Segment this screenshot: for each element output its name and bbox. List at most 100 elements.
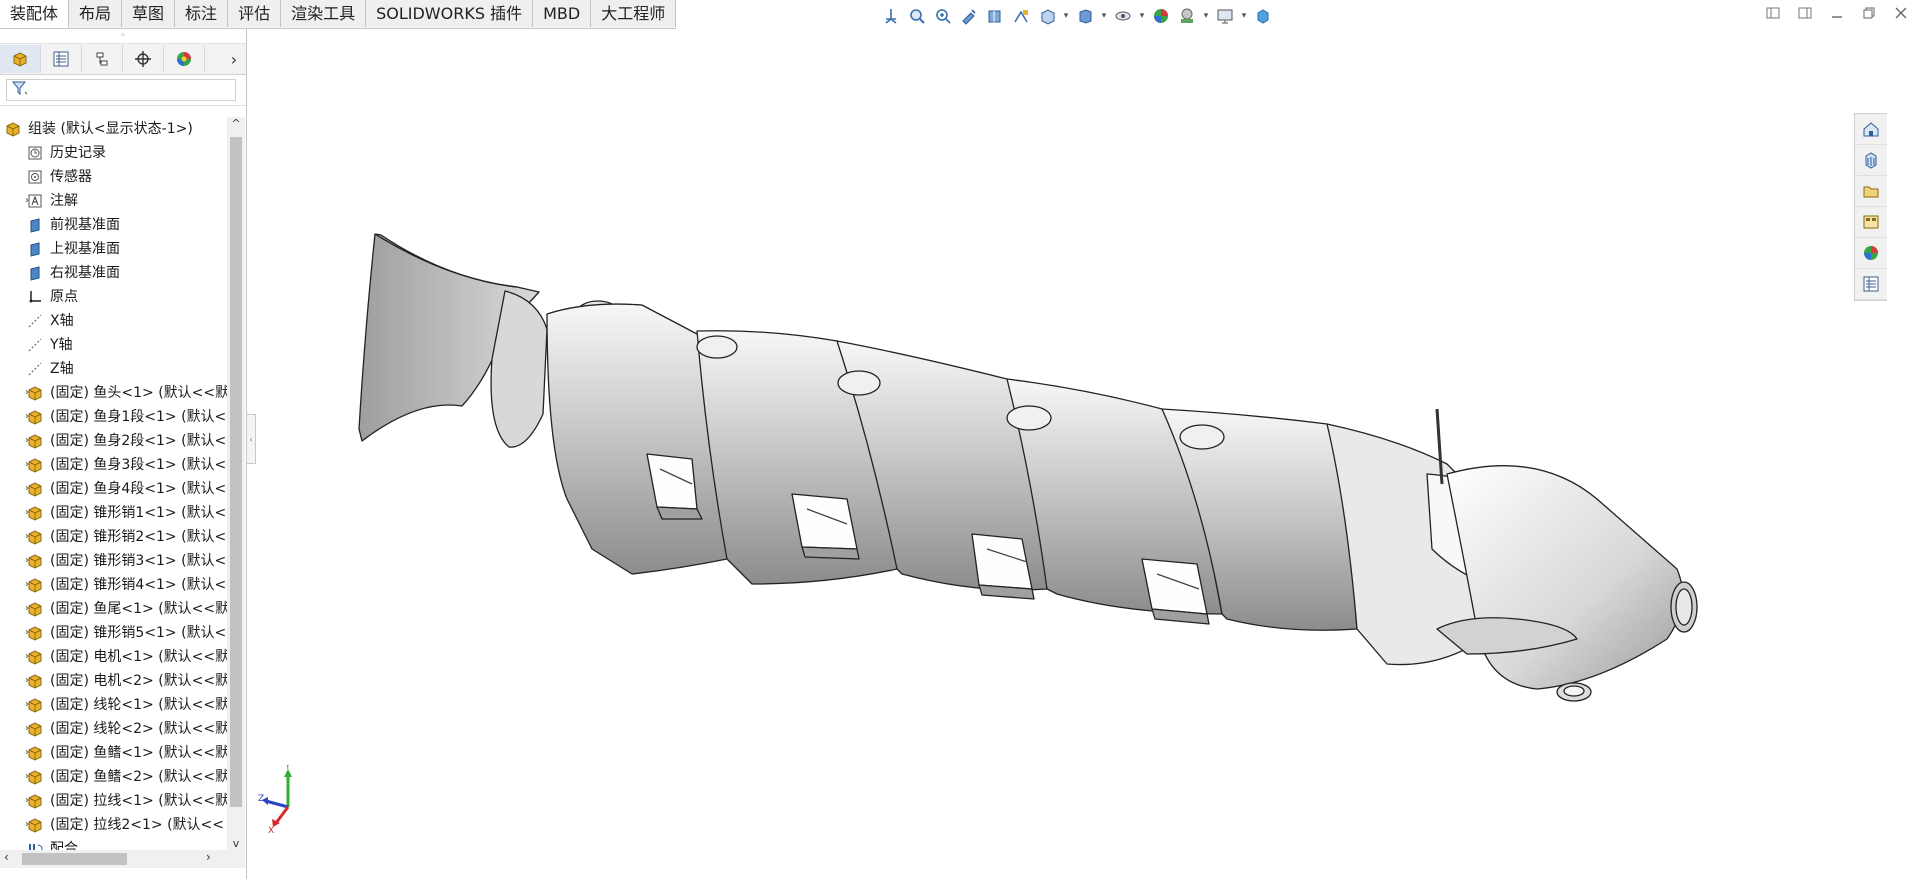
tree-item[interactable]: › (固定) 鱼鳍<2> (默认<<默 [0, 765, 227, 789]
tab-8[interactable]: 大工程师 [591, 0, 677, 27]
tree-item[interactable]: 右视基准面 [0, 261, 227, 285]
tree-item[interactable]: › (固定) 锥形销1<1> (默认< [0, 501, 227, 525]
zoom-to-area-icon[interactable] [932, 5, 954, 27]
scrollbar-thumb[interactable] [22, 853, 127, 865]
apply-scene-icon[interactable] [1176, 5, 1198, 27]
tree-item-label: (固定) 鱼鳍<1> (默认<<默 [50, 745, 227, 761]
tree-item[interactable]: › (固定) 锥形销2<1> (默认< [0, 525, 227, 549]
chevron-down-icon[interactable]: ▾ [1202, 11, 1210, 21]
chevron-right-icon[interactable]: › [206, 850, 211, 864]
tree-item[interactable]: 前视基准面 [0, 213, 227, 237]
plane-icon [26, 216, 44, 234]
tree-item[interactable]: › (固定) 鱼尾<1> (默认<<默 [0, 597, 227, 621]
part-icon [26, 720, 44, 738]
view-settings-icon[interactable] [1214, 5, 1236, 27]
chevron-right-icon[interactable]: › [222, 50, 246, 69]
view-palette-icon[interactable] [1855, 207, 1887, 238]
minimize-icon[interactable] [1828, 4, 1846, 22]
appearances-icon[interactable] [1855, 238, 1887, 269]
tree-item[interactable]: › 注解 [0, 189, 227, 213]
tree-item[interactable]: › (固定) 锥形销4<1> (默认< [0, 573, 227, 597]
tree-item[interactable]: › (固定) 鱼身2段<1> (默认< [0, 429, 227, 453]
tree-item[interactable]: › (固定) 鱼身1段<1> (默认< [0, 405, 227, 429]
chevron-down-icon[interactable]: ▾ [1240, 11, 1248, 21]
tile-right-icon[interactable] [1796, 4, 1814, 22]
displaymanager-icon[interactable] [164, 45, 205, 73]
tree-item[interactable]: › (固定) 锥形销3<1> (默认< [0, 549, 227, 573]
design-library-icon[interactable] [1855, 145, 1887, 176]
plane-icon [26, 264, 44, 282]
tree-item[interactable]: Z轴 [0, 357, 227, 381]
tab-7[interactable]: MBD [533, 0, 592, 27]
tile-left-icon[interactable] [1764, 4, 1782, 22]
tree-item[interactable]: Y轴 [0, 333, 227, 357]
part-icon [26, 432, 44, 450]
featuremanager-icon[interactable] [0, 45, 41, 73]
tree-item[interactable]: 配合 [0, 837, 227, 850]
display-style-icon[interactable] [1074, 5, 1096, 27]
part-icon [26, 648, 44, 666]
chevron-left-icon[interactable]: ‹ [4, 850, 9, 864]
tree-item[interactable]: › (固定) 线轮<2> (默认<<默 [0, 717, 227, 741]
tree-item[interactable]: › (固定) 线轮<1> (默认<<默 [0, 693, 227, 717]
tree-item[interactable]: X轴 [0, 309, 227, 333]
tree-item[interactable]: › (固定) 鱼身4段<1> (默认< [0, 477, 227, 501]
display-pane-icon[interactable] [1252, 5, 1274, 27]
view-orientation-cube-icon[interactable] [1036, 5, 1058, 27]
tree-item[interactable]: › (固定) 鱼头<1> (默认<<默 [0, 381, 227, 405]
tree-item[interactable]: › (固定) 鱼身3段<1> (默认< [0, 453, 227, 477]
tree-horizontal-scrollbar[interactable]: ‹ › [0, 850, 245, 868]
robotic-fish-model[interactable] [247, 29, 1887, 879]
hide-show-items-icon[interactable] [1112, 5, 1134, 27]
command-manager-tabs: 装配体 布局 草图 标注 评估 渲染工具 SOLIDWORKS 插件 MBD 大工程师 [0, 0, 677, 29]
window-controls [1764, 4, 1910, 22]
tab-2[interactable]: 草图 [122, 0, 176, 27]
previous-view-icon[interactable] [958, 5, 980, 27]
tree-item-label: (固定) 线轮<2> (默认<<默 [50, 721, 227, 737]
tree-item[interactable]: 传感器 [0, 165, 227, 189]
restore-icon[interactable] [1860, 4, 1878, 22]
configurationmanager-icon[interactable] [82, 45, 123, 73]
tab-3[interactable]: 标注 [175, 0, 229, 27]
tree-item[interactable]: › (固定) 锥形销5<1> (默认< [0, 621, 227, 645]
chevron-down-icon[interactable]: ▾ [1062, 11, 1070, 21]
part-icon [26, 816, 44, 834]
tree-item[interactable]: 上视基准面 [0, 237, 227, 261]
tab-5[interactable]: 渲染工具 [281, 0, 367, 27]
tree-item[interactable]: › (固定) 拉线<1> (默认<<默 [0, 789, 227, 813]
zoom-to-fit-icon[interactable] [906, 5, 928, 27]
tab-6[interactable]: SOLIDWORKS 插件 [366, 0, 534, 27]
view-orientation-icon[interactable] [880, 5, 902, 27]
tree-item-label: 组装 (默认<显示状态-1>) [28, 121, 193, 137]
tree-item[interactable]: 原点 [0, 285, 227, 309]
chevron-down-icon[interactable]: ▾ [1138, 11, 1146, 21]
tab-0[interactable]: 装配体 [0, 0, 70, 28]
panel-grip[interactable]: ◦ [0, 29, 246, 43]
graphics-area[interactable] [247, 29, 1887, 879]
tree-root-assembly[interactable]: 组装 (默认<显示状态-1>) [0, 117, 227, 141]
dynamic-annotation-icon[interactable] [1010, 5, 1032, 27]
tree-item[interactable]: › (固定) 电机<1> (默认<<默 [0, 645, 227, 669]
dimxpertmanager-icon[interactable] [123, 45, 164, 73]
tree-item-label: (固定) 锥形销5<1> (默认< [50, 625, 227, 641]
propertymanager-icon[interactable] [41, 45, 82, 73]
chevron-down-icon[interactable]: v [227, 837, 245, 850]
part-icon [26, 456, 44, 474]
solidworks-resources-icon[interactable] [1855, 114, 1887, 145]
custom-properties-icon[interactable] [1855, 269, 1887, 300]
chevron-down-icon[interactable]: ▾ [1100, 11, 1108, 21]
section-view-icon[interactable] [984, 5, 1006, 27]
chevron-up-icon[interactable]: ^ [227, 117, 245, 130]
file-explorer-icon[interactable] [1855, 176, 1887, 207]
tree-item[interactable]: › (固定) 电机<2> (默认<<默 [0, 669, 227, 693]
edit-appearance-icon[interactable] [1150, 5, 1172, 27]
tree-vertical-scrollbar[interactable]: ^ v [227, 117, 245, 850]
filter-input[interactable] [6, 79, 236, 101]
tab-1[interactable]: 布局 [69, 0, 123, 27]
tree-item[interactable]: › (固定) 鱼鳍<1> (默认<<默 [0, 741, 227, 765]
close-icon[interactable] [1892, 4, 1910, 22]
scrollbar-thumb[interactable] [230, 137, 242, 807]
tree-item[interactable]: › (固定) 拉线2<1> (默认<< [0, 813, 227, 837]
tab-4[interactable]: 评估 [228, 0, 282, 27]
tree-item[interactable]: 历史记录 [0, 141, 227, 165]
